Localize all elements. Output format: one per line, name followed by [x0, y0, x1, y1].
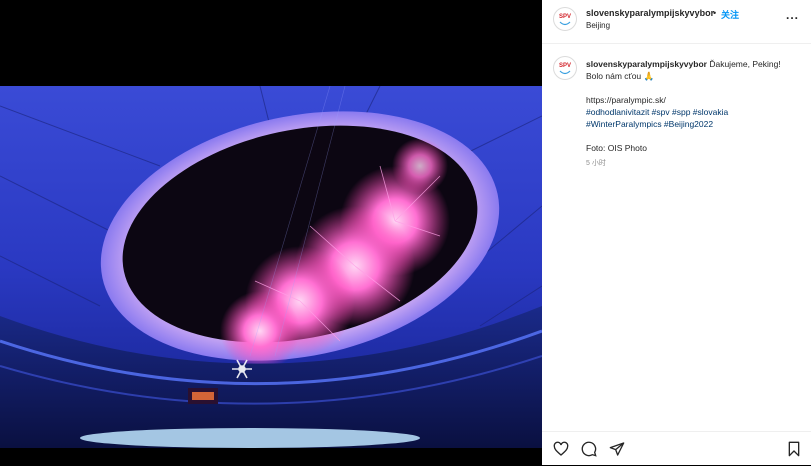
comment-icon[interactable] — [581, 441, 597, 457]
caption-hashtags-line1[interactable]: #odhodlanivitazit #spv #spp #slovakia — [586, 106, 806, 118]
author-username[interactable]: slovenskyparalympijskyvybor — [586, 8, 714, 18]
avatar[interactable]: SPV — [553, 7, 577, 31]
post-photo[interactable] — [0, 86, 542, 448]
photo-credit: Foto: OIS Photo — [586, 143, 647, 153]
caption-avatar[interactable]: SPV — [553, 56, 577, 80]
post-header: SPV slovenskyparalympijskyvybor • 关注 Bei… — [542, 0, 811, 44]
svg-text:SPV: SPV — [559, 14, 571, 20]
post-panel: SPV slovenskyparalympijskyvybor • 关注 Bei… — [542, 0, 811, 465]
more-icon[interactable]: ... — [786, 8, 799, 22]
post-caption: slovenskyparalympijskyvybor Ďakujeme, Pe… — [586, 58, 806, 170]
post-media[interactable] — [0, 0, 542, 465]
action-bar — [542, 431, 811, 466]
caption-text-line2: Bolo nám cťou 🙏 — [586, 71, 655, 81]
heart-icon[interactable] — [553, 441, 569, 457]
svg-text:SPV: SPV — [559, 63, 571, 69]
caption-link[interactable]: https://paralympic.sk/ — [586, 94, 806, 106]
follow-button[interactable]: 关注 — [721, 8, 739, 21]
location-link[interactable]: Beijing — [586, 21, 610, 30]
post-time[interactable]: 5 小时 — [586, 158, 806, 170]
separator-dot: • — [713, 8, 717, 18]
share-icon[interactable] — [609, 441, 625, 457]
caption-username[interactable]: slovenskyparalympijskyvybor — [586, 59, 707, 69]
caption-hashtags-line2[interactable]: #WinterParalympics #Beijing2022 — [586, 118, 806, 130]
caption-text-line1: Ďakujeme, Peking! — [709, 59, 781, 69]
bookmark-icon[interactable] — [786, 441, 802, 457]
